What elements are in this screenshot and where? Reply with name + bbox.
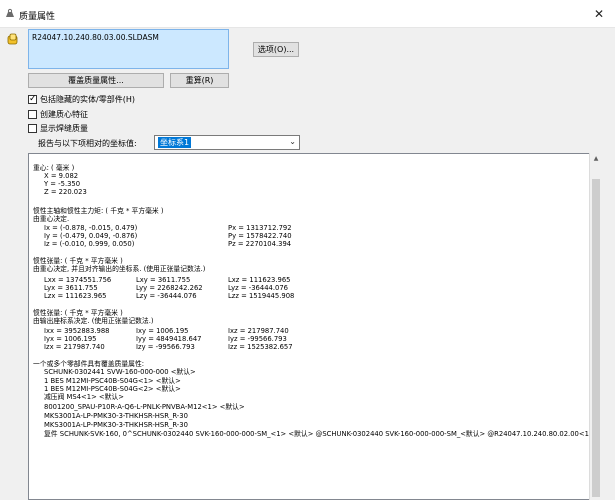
create-cog-feature-checkbox[interactable]: [28, 109, 37, 119]
coordinate-system-value: 坐标系1: [158, 137, 192, 148]
tensor-ixz: Ixz = 217987.740: [228, 327, 289, 335]
tensor-lzz: Lzz = 1519445.908: [228, 292, 295, 300]
principal-axis-iy: Iy = (-0.479, 0.049, -0.876): [44, 232, 138, 240]
override-item: MKS3001A-LP-PMK30-3-THKHSR-HSR_R-30: [44, 412, 188, 420]
override-item: 复件 SCHUNK-SVK-160, 0^SCHUNK-0302440 SVK-…: [44, 430, 589, 438]
inertia-tensor-cog-subtitle: 由重心决定, 并且对齐输出的坐标系. (使用正张量记数法.): [33, 265, 206, 273]
title-bar: 质量属性 ✕: [0, 0, 615, 28]
override-item: SCHUNK-0302441 SVW-160-000-000 <默认>: [44, 368, 196, 376]
show-weld-mass-checkbox-row[interactable]: 显示焊缝质量: [28, 122, 88, 134]
tensor-lxx: Lxx = 1374551.756: [44, 276, 112, 284]
selected-items-list[interactable]: R24047.10.240.80.03.00.SLDASM: [28, 29, 229, 69]
center-of-mass-x: X = 9.082: [44, 172, 79, 180]
tensor-lyy: Lyy = 2268242.262: [136, 284, 203, 292]
tensor-iyy: Iyy = 4849418.647: [136, 335, 202, 343]
center-of-mass-y: Y = -5.350: [44, 180, 81, 188]
report-scrollbar[interactable]: ▲: [589, 153, 601, 500]
scrollbar-thumb[interactable]: [592, 179, 600, 497]
show-weld-mass-label: 显示焊缝质量: [40, 123, 88, 133]
recalculate-button[interactable]: 重算(R): [170, 73, 229, 88]
chevron-down-icon[interactable]: ⌄: [289, 137, 296, 146]
tensor-lzy: Lzy = -36444.076: [136, 292, 197, 300]
include-hidden-checkbox-row[interactable]: ✓ 包括隐藏的实体/零部件(H): [28, 93, 135, 105]
create-cog-feature-checkbox-row[interactable]: 创建质心特征: [28, 108, 88, 120]
right-panel-edge: [601, 153, 615, 500]
principal-moment-px: Px = 1313712.792: [228, 224, 292, 232]
tensor-lzx: Lzx = 111623.965: [44, 292, 107, 300]
inertia-tensor-output-title: 惯性张量: ( 千克 * 平方毫米 ): [33, 309, 123, 317]
coordinate-system-label: 报告与以下项相对的坐标值:: [38, 139, 137, 148]
center-of-mass-title: 重心: ( 毫米 ): [33, 164, 75, 172]
mass-properties-report[interactable]: 重心: ( 毫米 ) X = 9.082 Y = -5.350 Z = 220.…: [28, 153, 589, 500]
tensor-ixy: Ixy = 1006.195: [136, 327, 189, 335]
tensor-izy: Izy = -99566.793: [136, 343, 195, 351]
selected-item[interactable]: R24047.10.240.80.03.00.SLDASM: [32, 33, 159, 42]
principal-moment-py: Py = 1578422.740: [228, 232, 292, 240]
checkmark-icon: ✓: [29, 93, 37, 104]
override-item: MKS3001A-LP-PMK30-3-THKHSR-HSR_R-30: [44, 421, 188, 429]
create-cog-feature-label: 创建质心特征: [40, 109, 88, 119]
window-title: 质量属性: [19, 12, 56, 22]
tensor-lxz: Lxz = 111623.965: [228, 276, 291, 284]
tensor-lxy: Lxy = 3611.755: [136, 276, 191, 284]
selected-components-icon: [7, 33, 18, 45]
coordinate-system-dropdown[interactable]: 坐标系1 ⌄: [154, 135, 300, 150]
principal-moments-subtitle: 由重心决定.: [33, 215, 70, 223]
principal-axis-ix: Ix = (-0.878, -0.015, 0.479): [44, 224, 138, 232]
principal-moment-pz: Pz = 2270104.394: [228, 240, 292, 248]
tensor-iyx: Iyx = 1006.195: [44, 335, 97, 343]
principal-moments-title: 惯性主轴和惯性主力矩: ( 千克 * 平方毫米 ): [33, 207, 164, 215]
inertia-tensor-output-subtitle: 由输出座标系决定. (使用正张量记数法.): [33, 317, 154, 325]
options-button[interactable]: 选项(O)...: [253, 42, 299, 57]
tensor-izx: Izx = 217987.740: [44, 343, 105, 351]
override-mass-properties-button[interactable]: 覆盖质量属性...: [28, 73, 164, 88]
override-item: 1 BES M12MI-PSC40B-S04G<2> <默认>: [44, 385, 181, 393]
include-hidden-label: 包括隐藏的实体/零部件(H): [40, 94, 135, 104]
tensor-iyz: Iyz = -99566.793: [228, 335, 287, 343]
tensor-ixx: Ixx = 3952883.988: [44, 327, 110, 335]
close-button[interactable]: ✕: [590, 7, 608, 21]
override-item: 减压阀 MS4<1> <默认>: [44, 393, 124, 401]
tensor-izz: Izz = 1525382.657: [228, 343, 293, 351]
tensor-lyz: Lyz = -36444.076: [228, 284, 288, 292]
inertia-tensor-cog-title: 惯性张量: ( 千克 * 平方毫米 ): [33, 257, 123, 265]
override-item: 1 BES M12MI-PSC40B-S04G<1> <默认>: [44, 377, 181, 385]
mass-properties-icon: [6, 8, 14, 17]
show-weld-mass-checkbox[interactable]: [28, 123, 37, 133]
include-hidden-checkbox[interactable]: ✓: [28, 93, 37, 104]
tensor-lyx: Lyx = 3611.755: [44, 284, 98, 292]
center-of-mass-z: Z = 220.023: [44, 188, 87, 196]
override-item: 8001200_SPAU-P10R-A-Q6-L-PNLK-PNVBA-M12<…: [44, 403, 245, 411]
principal-axis-iz: Iz = (-0.010, 0.999, 0.050): [44, 240, 135, 248]
override-title: 一个或多个零部件具有覆盖质量属性:: [33, 360, 145, 368]
